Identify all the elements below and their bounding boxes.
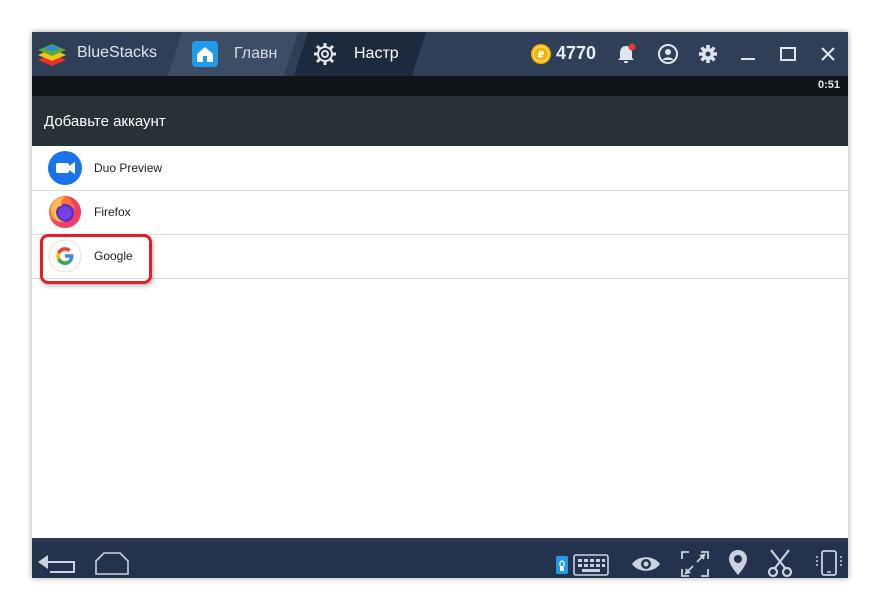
- fullscreen-icon[interactable]: [680, 550, 710, 578]
- bluestacks-window: BlueStacks Главн Настр ₽ 4770 0:51 Добав…: [32, 32, 848, 578]
- android-status-bar: 0:51: [32, 76, 848, 96]
- eye-icon[interactable]: [630, 552, 662, 576]
- screen-title: Добавьте аккаунт: [44, 113, 166, 130]
- list-item-label: Duo Preview: [94, 161, 163, 175]
- keyboard-icon[interactable]: [554, 552, 610, 576]
- list-item-label: Firefox: [94, 205, 131, 219]
- status-time: 0:51: [817, 79, 840, 91]
- gear-icon: [314, 43, 336, 65]
- bluestacks-logo-icon: [38, 44, 66, 66]
- list-item-duo-preview[interactable]: Duo Preview: [32, 146, 848, 191]
- scissors-icon[interactable]: [766, 548, 794, 578]
- nav-bar-divider: [32, 538, 848, 542]
- tab-home-label: Главн: [234, 45, 278, 62]
- settings-gear-icon[interactable]: [696, 42, 720, 66]
- phone-rotate-icon[interactable]: [814, 548, 844, 578]
- coin-icon[interactable]: ₽: [530, 43, 552, 65]
- location-icon[interactable]: [726, 548, 750, 578]
- svg-text:₽: ₽: [538, 50, 545, 61]
- minimize-icon[interactable]: [736, 42, 760, 66]
- list-item-google[interactable]: Google: [32, 234, 848, 279]
- home-icon: [192, 41, 218, 67]
- notification-bell-icon[interactable]: [614, 42, 638, 66]
- coin-count: 4770: [556, 43, 597, 63]
- tab-settings-label: Настр: [354, 45, 399, 62]
- action-bar: Добавьте аккаунт: [32, 96, 848, 146]
- close-icon[interactable]: [816, 42, 840, 66]
- account-icon[interactable]: [656, 42, 680, 66]
- highlight-box: [40, 234, 152, 284]
- title-bar: BlueStacks Главн Настр ₽ 4770: [32, 32, 848, 76]
- list-item-firefox[interactable]: Firefox: [32, 190, 848, 235]
- account-list: Duo Preview Firefox Google: [32, 146, 848, 538]
- tab-settings[interactable]: Настр: [294, 32, 426, 76]
- firefox-icon: [49, 196, 81, 228]
- back-icon[interactable]: [36, 550, 76, 574]
- home-icon[interactable]: [92, 551, 132, 575]
- duo-icon: [48, 151, 82, 185]
- maximize-icon[interactable]: [776, 42, 800, 66]
- tab-home[interactable]: Главн: [168, 32, 298, 76]
- app-name: BlueStacks: [77, 44, 158, 61]
